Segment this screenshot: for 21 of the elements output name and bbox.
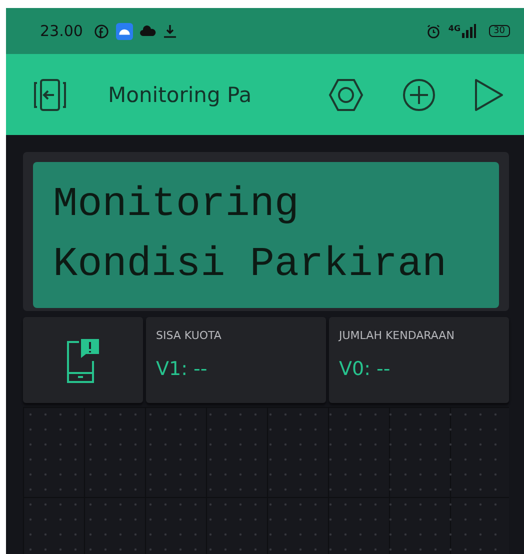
download-icon [162, 24, 177, 38]
battery-level: 30 [488, 25, 510, 37]
notification-widget[interactable] [23, 317, 143, 403]
alarm-icon [426, 24, 442, 38]
add-icon[interactable] [402, 78, 436, 112]
widget-label: JUMLAH KENDARAAN [339, 329, 456, 342]
signal-icon [462, 24, 476, 38]
play-icon[interactable] [474, 78, 504, 112]
status-time: 23.00 [40, 22, 83, 40]
settings-icon[interactable] [328, 78, 364, 112]
exit-icon[interactable] [32, 78, 68, 112]
widget-value: V1: -- [156, 358, 208, 380]
phone-alert-icon [64, 337, 102, 383]
project-title: Monitoring Pa [108, 82, 252, 106]
network-type: 4G [448, 24, 461, 33]
widget-label: SISA KUOTA [156, 329, 222, 342]
lcd-line: Kondisi Parkiran [53, 246, 448, 284]
facebook-icon [94, 24, 109, 38]
widget-value: V0: -- [339, 358, 392, 380]
lcd-line: Monitoring [53, 186, 300, 224]
cloud-icon [140, 25, 156, 37]
